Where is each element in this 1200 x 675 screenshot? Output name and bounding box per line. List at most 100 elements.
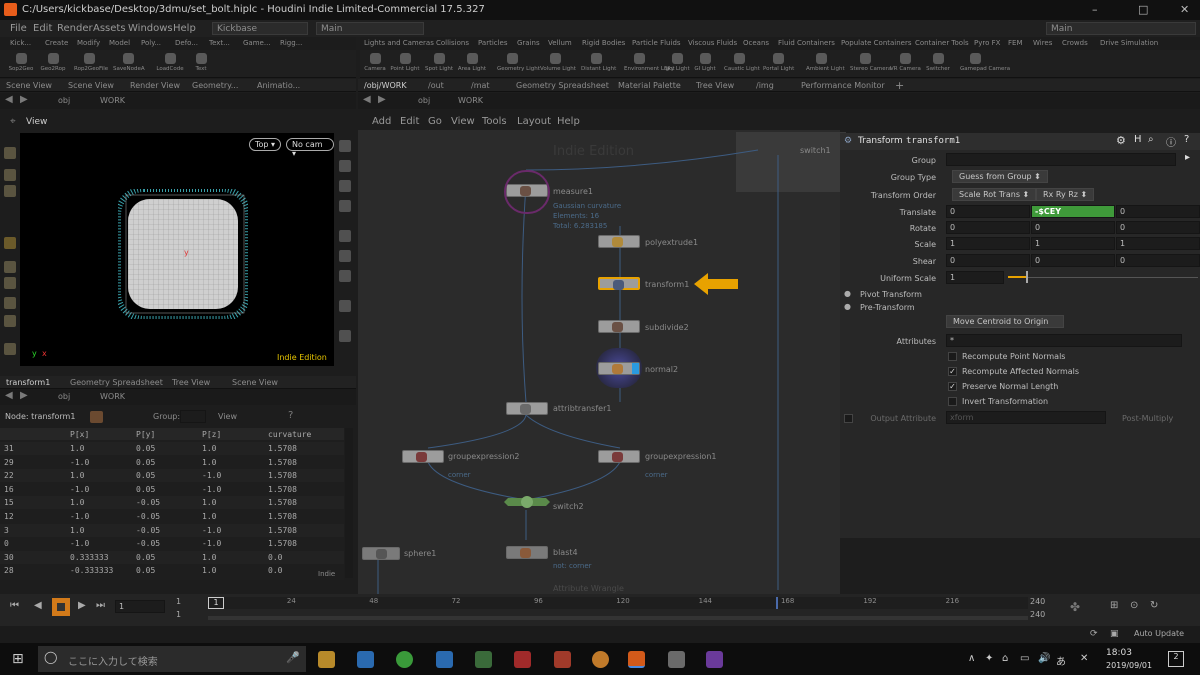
substance2-icon[interactable] <box>554 651 571 668</box>
tool-point-light[interactable]: Point Light <box>390 53 420 72</box>
tool-geo2rop[interactable]: Geo2Rop <box>38 53 68 72</box>
network-icon[interactable]: ⌂ <box>1002 653 1008 664</box>
info-icon[interactable]: ⓘ <box>1166 134 1176 149</box>
tool-distant-light[interactable]: Distant Light <box>581 53 616 72</box>
shelf-tab[interactable]: Particle Fluids <box>632 39 681 47</box>
key-icon[interactable]: ✤ <box>1070 600 1080 614</box>
add-tab-button[interactable]: + <box>895 79 904 92</box>
affinity-icon[interactable] <box>706 651 723 668</box>
menu-edit[interactable]: Edit <box>33 23 52 34</box>
net-menu-view[interactable]: View <box>451 116 475 127</box>
h-icon[interactable]: H <box>1134 134 1142 145</box>
path-obj[interactable]: obj <box>418 96 430 105</box>
view-button[interactable]: View <box>218 412 237 421</box>
group-filter-input[interactable] <box>180 410 206 423</box>
minimize-button[interactable]: – <box>1092 3 1098 16</box>
menu-assets[interactable]: Assets <box>93 23 126 34</box>
tab-transform1[interactable]: transform1 <box>6 378 50 387</box>
substance-icon[interactable] <box>514 651 531 668</box>
rotate-order-menu[interactable]: Rx Ry Rz ⬍ <box>1036 188 1095 201</box>
lock-icon[interactable] <box>339 200 351 212</box>
tool-vr-camera[interactable]: VR Camera <box>890 53 921 72</box>
pre-transform-folder[interactable]: Pre-Transform <box>860 303 915 312</box>
tab-scene-view-3[interactable]: Scene View <box>232 378 278 387</box>
tab-obj-work[interactable]: /obj/WORK <box>364 81 407 90</box>
tab-geometry-spreadsheet[interactable]: Geometry Spreadsheet <box>516 81 609 90</box>
app-icon[interactable] <box>475 651 492 668</box>
shading-icon[interactable] <box>339 230 351 242</box>
shelf-tab[interactable]: Drive Simulation <box>1100 39 1158 47</box>
tool-ambient-light[interactable]: Ambient Light <box>806 53 845 72</box>
forward-icon[interactable]: ▶ <box>20 94 28 105</box>
shelf-tab[interactable]: Wires <box>1033 39 1052 47</box>
tool-loadcode[interactable]: LoadCode <box>155 53 185 72</box>
rotate-x[interactable]: 0 <box>946 221 1030 234</box>
shear-x[interactable]: 0 <box>946 254 1030 267</box>
shelf-tab[interactable]: Viscous Fluids <box>688 39 737 47</box>
column-header[interactable]: P[x] <box>70 430 89 439</box>
tool-spot-light[interactable]: Spot Light <box>424 53 454 72</box>
net-menu-go[interactable]: Go <box>428 116 442 127</box>
scale-z[interactable]: 1 <box>1116 237 1200 250</box>
group-type-menu[interactable]: Guess from Group ⬍ <box>952 170 1048 183</box>
tool-geometry-light[interactable]: Geometry Light <box>497 53 540 72</box>
table-row[interactable]: 0 -1.0 -0.05 -1.0 1.5708 <box>0 537 344 551</box>
handle-tool-icon[interactable] <box>4 277 16 289</box>
tool-sop2geo[interactable]: Sop2Geo <box>6 53 36 72</box>
view-top-button[interactable]: Top ▾ <box>249 138 282 151</box>
tab-material-palette[interactable]: Material Palette <box>618 81 681 90</box>
tool-stereo-camera[interactable]: Stereo Camera <box>850 53 891 72</box>
file-explorer-icon[interactable] <box>318 651 335 668</box>
node-switch2[interactable] <box>504 492 550 512</box>
loop-icon[interactable]: ↻ <box>1150 600 1158 611</box>
play-reverse-icon[interactable]: ◀ <box>34 600 42 611</box>
uniform-scale-slider[interactable] <box>1008 277 1198 278</box>
keyframe-marker[interactable] <box>776 597 778 609</box>
table-row[interactable]: 30 0.333333 0.05 1.0 0.0 <box>0 550 344 564</box>
pivot-transform-folder[interactable]: Pivot Transform <box>860 290 922 299</box>
notification-center-icon[interactable]: 2 <box>1168 651 1184 667</box>
maximize-button[interactable]: □ <box>1138 3 1148 16</box>
output-mode-menu[interactable]: Post-Multiply <box>1122 414 1173 423</box>
auto-update-menu[interactable]: Auto Update <box>1134 629 1184 638</box>
playhead[interactable]: 1 <box>208 597 224 609</box>
table-row[interactable]: 3 1.0 -0.05 -1.0 1.5708 <box>0 523 344 537</box>
shelf-tab[interactable]: Defo... <box>175 39 198 47</box>
go-to-end-icon[interactable]: ⏭ <box>96 600 105 611</box>
tab-tree-view[interactable]: Tree View <box>696 81 734 90</box>
path-work[interactable]: WORK <box>100 392 125 401</box>
tool-camera[interactable]: Camera <box>360 53 390 72</box>
microphone-icon[interactable]: 🎤 <box>286 651 300 664</box>
tab-mat[interactable]: /mat <box>471 81 490 90</box>
current-frame-input[interactable]: 1 <box>115 600 165 613</box>
tool-volume-light[interactable]: Volume Light <box>540 53 576 72</box>
houdini-icon[interactable] <box>628 651 645 668</box>
menu-render[interactable]: Render <box>57 23 93 34</box>
net-menu-add[interactable]: Add <box>372 116 391 127</box>
search-icon[interactable]: ⌕ <box>1148 134 1154 145</box>
help-icon[interactable]: ? <box>288 410 293 421</box>
tab-performance-monitor[interactable]: Performance Monitor <box>801 81 885 90</box>
brush-tool-icon[interactable] <box>4 261 16 273</box>
shelf-tab[interactable]: Container Tools <box>915 39 969 47</box>
node-sphere1[interactable] <box>362 547 400 560</box>
range-bar[interactable] <box>208 616 1028 620</box>
context-dropdown[interactable]: Main <box>316 22 424 35</box>
network-editor[interactable]: Indie Edition switch1 measure1 Gaussian … <box>358 130 846 594</box>
tab-out[interactable]: /out <box>428 81 444 90</box>
background-icon[interactable] <box>339 330 351 342</box>
shelf-tab[interactable]: Populate Containers <box>841 39 912 47</box>
desktop-dropdown[interactable]: Kickbase <box>212 22 308 35</box>
sheet-scrollbar[interactable] <box>345 428 353 578</box>
camera-tool-icon[interactable] <box>4 315 16 327</box>
shelf-tab[interactable]: Vellum <box>548 39 572 47</box>
forward-icon[interactable]: ▶ <box>20 390 28 401</box>
display-flag[interactable] <box>632 363 639 374</box>
attributes-input[interactable]: * <box>946 334 1182 347</box>
table-row[interactable]: 16 -1.0 0.05 -1.0 1.5708 <box>0 482 344 496</box>
cook-icon[interactable]: ⟳ <box>1090 629 1098 639</box>
invert-transformation-checkbox[interactable] <box>948 397 957 406</box>
shelf-tab[interactable]: Crowds <box>1062 39 1088 47</box>
tab-img[interactable]: /img <box>756 81 774 90</box>
column-header[interactable]: P[z] <box>202 430 221 439</box>
